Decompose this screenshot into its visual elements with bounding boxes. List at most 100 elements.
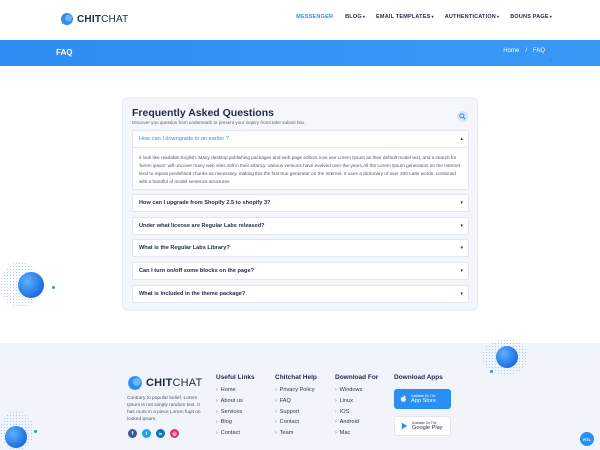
faq-title: Frequently Asked Questions	[132, 107, 274, 119]
faq-card: Frequently Asked Questions Discover you …	[122, 97, 478, 311]
footer-link[interactable]: › Privacy Policy	[275, 387, 317, 398]
breadcrumb-separator: /	[525, 48, 527, 54]
footer-link[interactable]: › Contact	[275, 419, 317, 430]
footer-about-text: Contrary to popular belief, Lorem Ipsum …	[127, 396, 201, 422]
linkedin-icon[interactable]: in	[156, 429, 165, 438]
nav-messenger[interactable]: MESSENGER	[296, 14, 334, 20]
chevron-down-icon: ▾	[460, 268, 463, 274]
site-footer: CHITCHAT Contrary to popular belief, Lor…	[0, 339, 600, 450]
footer-brand-name: CHITCHAT	[146, 377, 203, 389]
footer-col-heading: Download Apps	[394, 374, 443, 381]
decor-dot	[52, 286, 55, 289]
instagram-icon[interactable]: ◎	[170, 429, 179, 438]
page-banner: FAQ Home / FAQ	[0, 40, 600, 66]
nav-email-templates[interactable]: EMAIL TEMPLATES▾	[376, 14, 434, 20]
brand-logo[interactable]: CHITCHAT	[60, 12, 128, 26]
search-icon[interactable]	[457, 111, 468, 122]
decor-dot	[34, 430, 37, 433]
page-title: FAQ	[56, 48, 73, 57]
chevron-right-icon: ›	[335, 397, 337, 404]
footer-brand-logo[interactable]: CHITCHAT	[127, 375, 202, 391]
app-store-label: App Store	[411, 398, 436, 404]
faq-question-text: How can I upgrade from Shopify 2.5 to sh…	[139, 200, 271, 206]
decor-circle	[5, 426, 27, 448]
footer-link[interactable]: › Team	[275, 430, 317, 441]
chevron-down-icon: ▾	[460, 245, 463, 251]
breadcrumb-current: FAQ	[532, 48, 545, 54]
chevron-right-icon: ›	[216, 397, 218, 404]
decor-dot	[490, 370, 493, 373]
faq-question-1[interactable]: How can I downgrade to an earlier ? ▴	[132, 130, 469, 148]
brand-name: CHITCHAT	[77, 13, 129, 25]
breadcrumb: Home / FAQ	[503, 48, 545, 54]
chevron-right-icon: ›	[275, 419, 277, 426]
google-play-button[interactable]: Available On The Google Play	[394, 416, 451, 436]
footer-link[interactable]: › Android	[335, 419, 378, 430]
twitter-icon[interactable]: t	[142, 429, 151, 438]
footer-link[interactable]: › Contact	[216, 430, 255, 441]
footer-link[interactable]: › Home	[216, 387, 255, 398]
facebook-icon[interactable]: f	[128, 429, 137, 438]
chevron-down-icon: ▾	[496, 14, 500, 19]
faq-answer: it look like readable English. Many desk…	[132, 148, 469, 190]
app-store-button[interactable]: Available On The App Store	[394, 389, 451, 409]
breadcrumb-home[interactable]: Home	[503, 48, 519, 54]
faq-question-text: What is included in the theme package?	[139, 291, 246, 297]
chevron-right-icon: ›	[275, 397, 277, 404]
faq-question-4[interactable]: What is the Regular Labs Library? ▾	[132, 239, 469, 257]
chevron-right-icon: ›	[335, 408, 337, 415]
google-play-label: Google Play	[412, 425, 443, 431]
google-play-icon	[401, 417, 408, 435]
footer-link[interactable]: › Linux	[335, 398, 378, 409]
footer-col-download-for: Download For › Windows › Linux › IOS › Andro…	[335, 374, 378, 441]
chevron-right-icon: ›	[335, 430, 337, 437]
social-links: f t in ◎	[128, 429, 179, 438]
chevron-right-icon: ›	[216, 430, 218, 437]
footer-link[interactable]: › Services	[216, 409, 255, 420]
footer-link[interactable]: › Support	[275, 409, 317, 420]
nav-authentication[interactable]: AUTHENTICATION▾	[445, 14, 500, 20]
faq-question-3[interactable]: Under what license are Regular Labs rele…	[132, 217, 469, 235]
faq-question-6[interactable]: What is included in the theme package? ▾	[132, 285, 469, 303]
faq-question-text: Under what license are Regular Labs rele…	[139, 223, 265, 229]
chevron-right-icon: ›	[216, 387, 218, 393]
faq-question-text: Can I turn on/off some blocks on the pag…	[139, 268, 254, 274]
footer-col-heading: Download For	[335, 374, 379, 381]
footer-link[interactable]: › Blog	[216, 419, 255, 430]
chevron-down-icon: ▾	[431, 14, 434, 19]
chevron-down-icon: ▾	[460, 223, 463, 229]
main-nav: MESSENGER BLOG▾ EMAIL TEMPLATES▾ AUTHENT…	[296, 14, 552, 20]
faq-subtitle: Discover you question from underneath or…	[132, 120, 306, 125]
footer-link[interactable]: › IOS	[335, 409, 378, 420]
footer-link[interactable]: › Windows	[335, 387, 378, 398]
chevron-right-icon: ›	[275, 387, 277, 393]
chevron-right-icon: ›	[216, 408, 218, 415]
footer-col-chitchat-help: Chitchat Help › Privacy Policy › FAQ › Supp…	[275, 374, 317, 441]
footer-col-useful-links: Useful Links › Home › About us › Services ›…	[216, 374, 255, 441]
top-header: CHITCHAT MESSENGER BLOG▾ EMAIL TEMPLATES…	[0, 0, 600, 40]
rtl-toggle-button[interactable]: RTL	[580, 432, 594, 446]
faq-question-text: What is the Regular Labs Library?	[139, 245, 230, 251]
chevron-right-icon: ›	[335, 419, 337, 426]
decor-circle	[496, 346, 518, 368]
faq-question-text: How can I downgrade to an earlier ?	[139, 136, 229, 142]
decor-dot	[549, 58, 552, 61]
chat-logo-icon	[127, 375, 143, 391]
nav-bouns-page[interactable]: BOUNS PAGE▾	[510, 14, 552, 20]
nav-blog[interactable]: BLOG▾	[345, 14, 365, 20]
faq-question-5[interactable]: Can I turn on/off some blocks on the pag…	[132, 262, 469, 280]
faq-answer-text: it look like readable English. Many desk…	[139, 155, 461, 184]
apple-icon	[400, 390, 407, 408]
chevron-right-icon: ›	[275, 408, 277, 415]
chevron-right-icon: ›	[275, 430, 277, 437]
chevron-down-icon: ▾	[549, 14, 552, 19]
faq-question-2[interactable]: How can I upgrade from Shopify 2.5 to sh…	[132, 194, 469, 212]
footer-col-download-apps: Download Apps	[394, 374, 443, 387]
chevron-down-icon: ▾	[362, 14, 366, 19]
footer-link[interactable]: › FAQ	[275, 398, 317, 409]
decor-circle	[18, 272, 44, 298]
chat-logo-icon	[60, 12, 74, 26]
footer-link[interactable]: › About us	[216, 398, 255, 409]
footer-col-heading: Chitchat Help	[275, 374, 317, 381]
footer-link[interactable]: › Mac	[335, 430, 378, 441]
